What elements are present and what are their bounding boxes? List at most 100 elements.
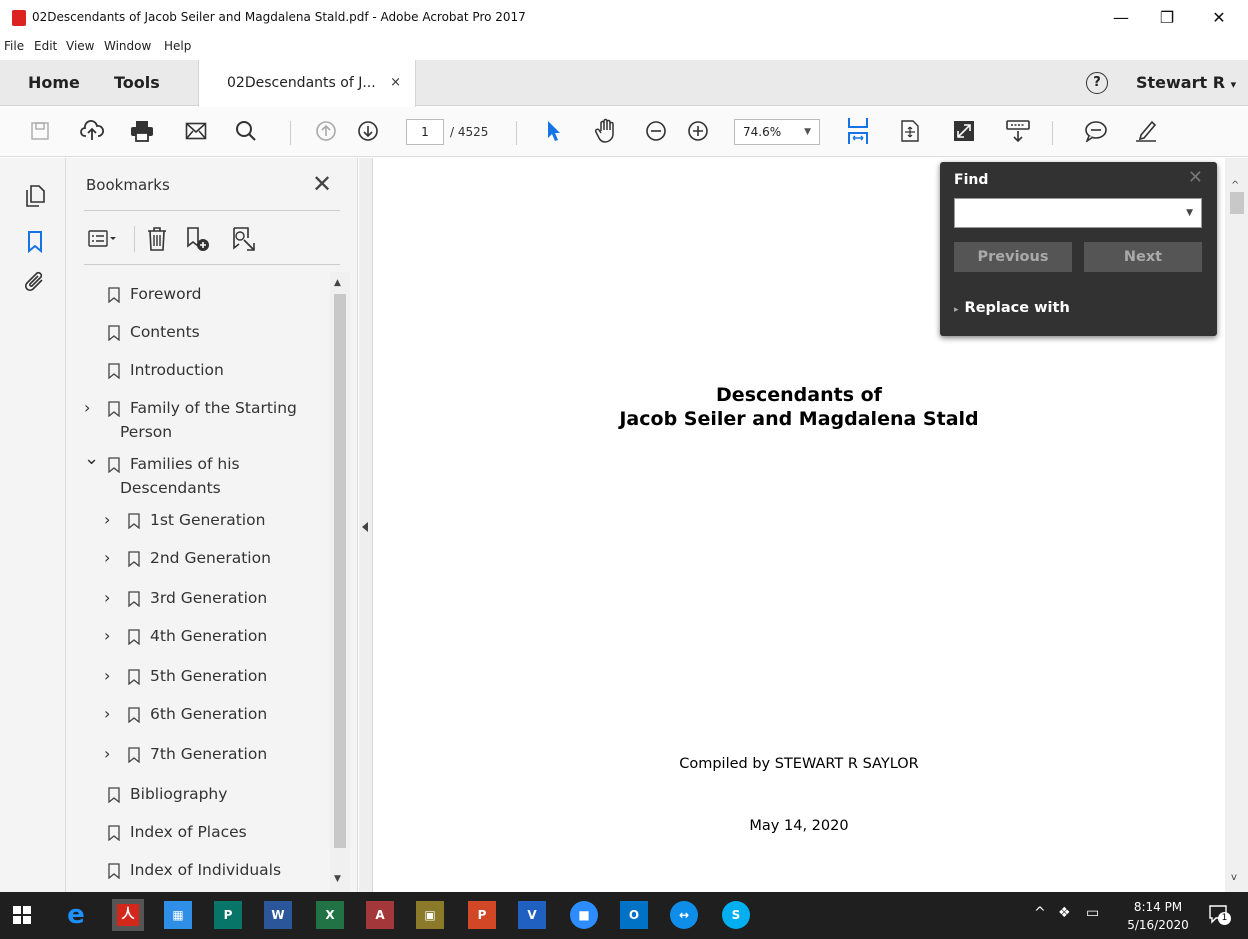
bookmark-options-icon[interactable]	[88, 228, 120, 254]
teamviewer-icon[interactable]: ↔	[670, 901, 698, 929]
minimize-button[interactable]: —	[1098, 4, 1144, 32]
bookmark-item[interactable]: › 2nd Generation	[66, 546, 330, 576]
tab-home[interactable]: Home	[28, 60, 80, 106]
excel-icon[interactable]: X	[316, 901, 344, 929]
chevron-right-icon[interactable]: ›	[104, 548, 110, 567]
bookmark-item[interactable]: Index of Individuals	[66, 858, 330, 888]
next-page-icon[interactable]	[354, 117, 382, 145]
print-icon[interactable]	[128, 117, 156, 145]
bookmark-item[interactable]: Index of Places	[66, 820, 330, 850]
tab-tools[interactable]: Tools	[114, 60, 160, 106]
control-panel-icon[interactable]: ▦	[164, 901, 192, 929]
zoom-level-select[interactable]: 74.6% ▼	[734, 119, 820, 145]
scroll-down-icon[interactable]: ▼	[334, 874, 341, 884]
zoom-in-icon[interactable]	[684, 117, 712, 145]
image-viewer-icon[interactable]: ▣	[416, 901, 444, 929]
find-next-button[interactable]: Next	[1084, 242, 1202, 272]
scroll-up-icon[interactable]: ^	[1231, 180, 1239, 191]
menu-window[interactable]: Window	[104, 39, 151, 53]
close-tab-icon[interactable]: ×	[390, 60, 401, 106]
scroll-down-icon[interactable]: v	[1231, 872, 1237, 883]
scrollbar-thumb[interactable]	[1230, 192, 1244, 214]
replace-with-toggle[interactable]: ▸ Replace with	[954, 300, 1070, 316]
close-bookmarks-icon[interactable]: ✕	[310, 170, 334, 198]
bookmark-item[interactable]: › 4th Generation	[66, 624, 330, 654]
bookmark-item[interactable]: › 7th Generation	[66, 742, 330, 772]
chevron-right-icon[interactable]: ›	[104, 704, 110, 723]
bookmark-item[interactable]: › Family of the Starting Person	[66, 396, 330, 448]
menu-edit[interactable]: Edit	[34, 39, 57, 53]
bookmark-item[interactable]: Introduction	[66, 358, 330, 388]
battery-icon[interactable]: ▭	[1086, 905, 1099, 921]
page-thumbnails-icon[interactable]	[24, 184, 46, 208]
chevron-right-icon[interactable]: ›	[104, 588, 110, 607]
scroll-up-icon[interactable]: ▲	[334, 278, 341, 288]
close-find-icon[interactable]: ✕	[1188, 167, 1203, 188]
upload-cloud-icon[interactable]	[78, 117, 106, 145]
find-current-bookmark-icon[interactable]	[232, 226, 256, 256]
access-icon[interactable]: A	[366, 901, 394, 929]
menu-view[interactable]: View	[66, 39, 94, 53]
zoom-app-icon[interactable]: ■	[570, 901, 598, 929]
select-cursor-icon[interactable]	[540, 117, 568, 145]
publisher-icon[interactable]: P	[214, 901, 242, 929]
scrollbar-thumb[interactable]	[334, 294, 346, 848]
dropbox-icon[interactable]: ❖	[1058, 905, 1071, 921]
menu-help[interactable]: Help	[164, 39, 191, 53]
fit-page-width-icon[interactable]	[844, 117, 872, 145]
find-previous-button[interactable]: Previous	[954, 242, 1072, 272]
visio-icon[interactable]: V	[518, 901, 546, 929]
chevron-down-icon[interactable]: ▼	[1186, 208, 1193, 218]
bookmark-item[interactable]: › 6th Generation	[66, 702, 330, 732]
bookmark-item[interactable]: Bibliography	[66, 782, 330, 812]
full-screen-icon[interactable]	[950, 117, 978, 145]
show-hidden-icons-icon[interactable]: ^	[1034, 905, 1046, 921]
hand-tool-icon[interactable]	[592, 117, 620, 145]
bookmark-item[interactable]: › 3rd Generation	[66, 586, 330, 616]
new-bookmark-icon[interactable]	[186, 226, 212, 256]
tab-document[interactable]: 02Descendants of J... ×	[198, 60, 416, 107]
close-window-button[interactable]: ✕	[1196, 4, 1242, 32]
fit-one-page-icon[interactable]	[896, 117, 924, 145]
acrobat-taskbar-icon[interactable]: 人	[112, 899, 144, 931]
user-account-menu[interactable]: Stewart R ▾	[1136, 60, 1236, 108]
powerpoint-icon[interactable]: P	[468, 901, 496, 929]
chevron-down-icon[interactable]: ⌄	[84, 448, 99, 469]
search-icon[interactable]	[232, 117, 260, 145]
outlook-icon[interactable]: O	[620, 901, 648, 929]
bookmark-item[interactable]: › 5th Generation	[66, 664, 330, 694]
bookmark-item[interactable]: Foreword	[66, 282, 330, 312]
page-number-input[interactable]: 1	[406, 119, 444, 145]
help-icon[interactable]: ?	[1086, 72, 1108, 94]
document-scrollbar[interactable]: ^ v	[1225, 158, 1248, 892]
edge-browser-icon[interactable]: e	[62, 900, 90, 930]
collapse-panel-handle[interactable]	[359, 158, 373, 892]
bookmark-item[interactable]: › 1st Generation	[66, 508, 330, 538]
action-center-icon[interactable]: 1	[1208, 904, 1231, 926]
windows-start-icon[interactable]	[8, 901, 36, 929]
bookmarks-scrollbar[interactable]: ▲ ▼	[330, 272, 350, 892]
skype-icon[interactable]: S	[722, 901, 750, 929]
delete-bookmark-icon[interactable]	[146, 226, 168, 256]
scrolling-mode-icon[interactable]	[1004, 117, 1032, 145]
word-icon[interactable]: W	[264, 901, 292, 929]
save-icon[interactable]	[26, 117, 54, 145]
chevron-right-icon[interactable]: ›	[104, 510, 110, 529]
chevron-right-icon[interactable]: ›	[104, 744, 110, 763]
system-clock[interactable]: 8:14 PM 5/16/2020	[1122, 898, 1194, 934]
chevron-right-icon[interactable]: ›	[104, 666, 110, 685]
chevron-right-icon[interactable]: ›	[84, 398, 90, 417]
bookmarks-panel-icon[interactable]	[24, 230, 46, 254]
menu-file[interactable]: File	[4, 39, 24, 53]
previous-page-icon[interactable]	[312, 117, 340, 145]
find-search-input[interactable]: ▼	[954, 198, 1202, 228]
bookmark-item[interactable]: Contents	[66, 320, 330, 350]
restore-button[interactable]: ❐	[1144, 4, 1190, 32]
comment-icon[interactable]	[1082, 117, 1110, 145]
zoom-out-icon[interactable]	[642, 117, 670, 145]
highlight-pen-icon[interactable]	[1132, 117, 1160, 145]
mail-icon[interactable]	[182, 117, 210, 145]
chevron-right-icon[interactable]: ›	[104, 626, 110, 645]
attachments-paperclip-icon[interactable]	[24, 270, 46, 294]
bookmark-item[interactable]: ⌄ Families of his Descendants	[66, 448, 330, 504]
